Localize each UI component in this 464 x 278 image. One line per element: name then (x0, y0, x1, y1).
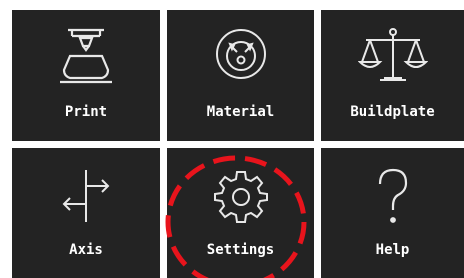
help-label: Help (375, 242, 410, 258)
main-menu-screen: Print Material Buildplate Axis Settings … (0, 0, 464, 278)
gear-icon (213, 171, 268, 223)
material-spool-icon (215, 29, 266, 79)
axis-arrows-icon (62, 170, 110, 222)
axis-label: Axis (69, 242, 103, 258)
print-head-icon (60, 28, 112, 84)
material-label: Material (206, 104, 275, 120)
print-label: Print (64, 104, 108, 120)
buildplate-label: Buildplate (350, 104, 435, 120)
print-tile[interactable]: Print (12, 10, 160, 141)
help-tile[interactable]: Help (321, 148, 464, 278)
settings-label: Settings (206, 242, 275, 258)
question-mark-icon (378, 168, 407, 223)
settings-tile[interactable]: Settings (167, 148, 314, 278)
balance-scale-icon (357, 28, 428, 81)
material-tile[interactable]: Material (167, 10, 314, 141)
axis-tile[interactable]: Axis (12, 148, 160, 278)
buildplate-tile[interactable]: Buildplate (321, 10, 464, 141)
